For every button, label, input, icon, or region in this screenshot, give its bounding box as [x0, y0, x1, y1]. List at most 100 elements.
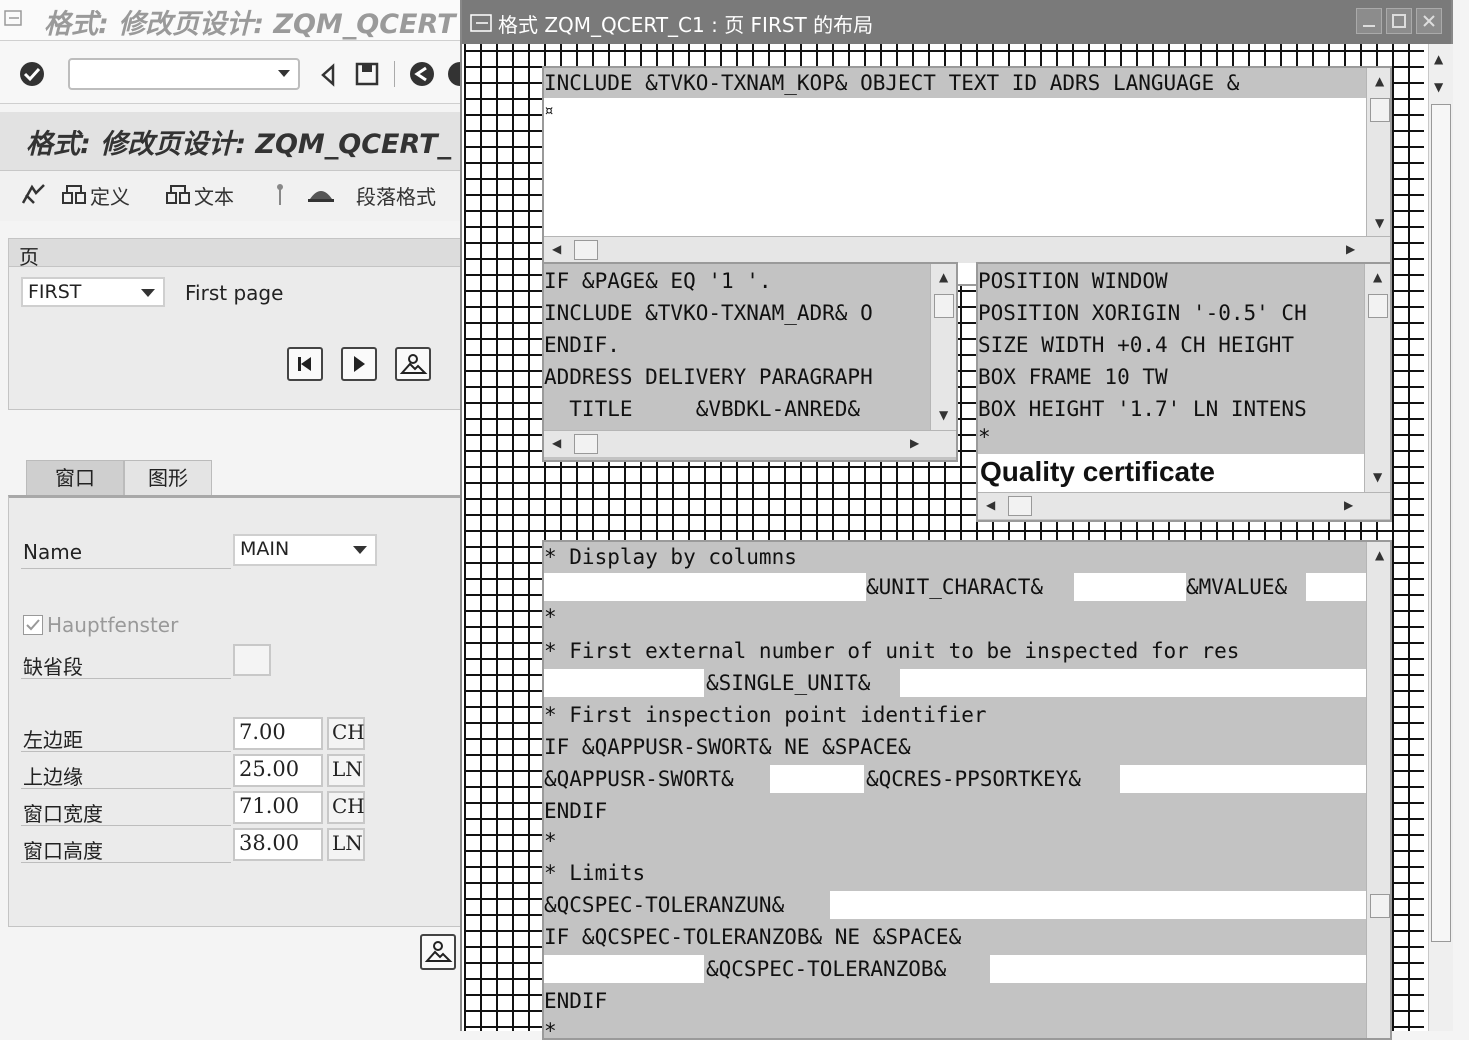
- scroll-down-icon[interactable]: ▼: [939, 408, 948, 422]
- minimize-button[interactable]: [1356, 8, 1382, 34]
- next-page-button[interactable]: [341, 347, 377, 381]
- window-icon: [4, 10, 22, 26]
- scroll-thumb[interactable]: [574, 434, 598, 454]
- window-name-dropdown[interactable]: MAIN: [233, 534, 377, 566]
- chevron-down-icon[interactable]: [141, 289, 155, 297]
- scroll-thumb[interactable]: [574, 240, 598, 260]
- main-window-checkbox[interactable]: [23, 615, 43, 635]
- back-navigation-icon[interactable]: [408, 60, 436, 88]
- definition-button[interactable]: 定义: [90, 181, 130, 210]
- maximize-icon: [1392, 14, 1406, 28]
- scroll-thumb[interactable]: [1431, 104, 1451, 942]
- pin-icon[interactable]: [272, 181, 288, 209]
- code-line: ¤: [544, 101, 554, 120]
- layout-grid-canvas: INCLUDE &TVKO-TXNAM_KOP& OBJECT TEXT ID …: [464, 44, 1424, 1040]
- code-line: &QAPPUSR-SWORT&: [544, 767, 734, 791]
- back-icon[interactable]: [318, 63, 338, 87]
- window-height-unit[interactable]: LN: [327, 828, 365, 861]
- paragraph-format-button[interactable]: 段落格式: [356, 181, 436, 210]
- code-line: * Limits: [544, 861, 646, 885]
- picture-icon: [399, 354, 428, 374]
- horizontal-scrollbar[interactable]: ◀ ▶: [544, 430, 956, 457]
- window-pane-heading[interactable]: POSITION WINDOW POSITION XORIGIN '-0.5' …: [976, 262, 1392, 522]
- scroll-right-icon[interactable]: ▶: [1346, 242, 1355, 256]
- code-line: *: [544, 605, 557, 629]
- horizontal-scrollbar[interactable]: ◀ ▶: [544, 236, 1390, 263]
- vertical-scrollbar[interactable]: ▲: [1366, 542, 1390, 1038]
- scroll-down-icon[interactable]: ▼: [1434, 80, 1443, 94]
- code-line: IF &QAPPUSR-SWORT& NE &SPACE&: [544, 735, 911, 759]
- code-line: BOX FRAME 10 TW: [978, 365, 1168, 389]
- maximize-button[interactable]: [1386, 8, 1412, 34]
- blank-field: [770, 765, 864, 793]
- code-line: INCLUDE &TVKO-TXNAM_KOP& OBJECT TEXT ID …: [544, 71, 1240, 95]
- horizontal-scrollbar[interactable]: ◀ ▶: [978, 492, 1390, 519]
- chevron-down-icon[interactable]: [278, 70, 290, 77]
- dialog-vertical-scrollbar[interactable]: ▲ ▼: [1428, 44, 1453, 1031]
- blank-field: [544, 955, 704, 983]
- tab-graphic[interactable]: 图形: [124, 460, 212, 495]
- window-pane-header[interactable]: INCLUDE &TVKO-TXNAM_KOP& OBJECT TEXT ID …: [542, 66, 1392, 286]
- window-pane-address[interactable]: IF &PAGE& EQ '1 '. INCLUDE &TVKO-TXNAM_A…: [542, 262, 958, 462]
- scroll-down-icon[interactable]: ▼: [1375, 216, 1384, 230]
- default-paragraph-field[interactable]: [233, 644, 271, 676]
- definition-icon[interactable]: [60, 181, 88, 207]
- graphic-button[interactable]: [395, 347, 431, 381]
- scroll-thumb[interactable]: [1370, 98, 1390, 122]
- play-icon: [354, 356, 365, 372]
- scroll-thumb[interactable]: [1008, 496, 1032, 516]
- left-margin-unit[interactable]: CH: [327, 717, 365, 750]
- scroll-up-icon[interactable]: ▲: [1434, 52, 1443, 66]
- command-field[interactable]: [68, 58, 300, 90]
- text-button[interactable]: 文本: [194, 181, 234, 210]
- vertical-scrollbar[interactable]: ▲ ▼: [930, 264, 956, 430]
- tab-window[interactable]: 窗口: [26, 460, 124, 495]
- close-button[interactable]: [1416, 8, 1442, 34]
- scroll-left-icon[interactable]: ◀: [552, 242, 561, 256]
- code-line: * First inspection point identifier: [544, 703, 987, 727]
- window-pane-main[interactable]: * Display by columns &UNIT_CHARACT& &MVA…: [542, 540, 1392, 1040]
- blank-field: [1120, 765, 1366, 793]
- code-line: &QCSPEC-TOLERANZUN&: [544, 893, 785, 917]
- other-page-icon[interactable]: [20, 181, 48, 209]
- scroll-left-icon[interactable]: ◀: [986, 498, 995, 512]
- code-line: IF &QCSPEC-TOLERANZOB& NE &SPACE&: [544, 925, 962, 949]
- graphic-preview-button[interactable]: [420, 934, 456, 970]
- scroll-up-icon[interactable]: ▲: [1375, 548, 1384, 562]
- scroll-thumb[interactable]: [1370, 894, 1390, 918]
- close-icon: [1423, 15, 1435, 27]
- code-line: ADDRESS DELIVERY PARAGRAPH: [544, 365, 873, 389]
- window-width-unit[interactable]: CH: [327, 791, 365, 824]
- page-dropdown[interactable]: FIRST: [21, 277, 165, 307]
- layout-dialog: 格式 ZQM_QCERT_C1 : 页 FIRST 的布局 INCLUDE &T…: [460, 0, 1453, 1040]
- scroll-right-icon[interactable]: ▶: [910, 436, 919, 450]
- text-icon[interactable]: [164, 181, 192, 207]
- upper-margin-input[interactable]: 25.00: [233, 754, 323, 787]
- code-line: &UNIT_CHARACT&: [866, 575, 1044, 599]
- page-description: First page: [185, 281, 284, 305]
- first-page-button[interactable]: [287, 347, 323, 381]
- window-height-input[interactable]: 38.00: [233, 828, 323, 861]
- code-line: INCLUDE &TVKO-TXNAM_ADR& O: [544, 301, 873, 325]
- enter-checkmark-icon[interactable]: [18, 60, 46, 88]
- scroll-right-icon[interactable]: ▶: [1344, 498, 1353, 512]
- scroll-down-icon[interactable]: ▼: [1373, 470, 1382, 484]
- dialog-title: 格式 ZQM_QCERT_C1 : 页 FIRST 的布局: [498, 13, 874, 37]
- exit-icon[interactable]: [446, 60, 460, 88]
- vertical-scrollbar[interactable]: ▲ ▼: [1364, 264, 1390, 492]
- code-line: ENDIF.: [544, 333, 620, 357]
- chevron-down-icon[interactable]: [353, 546, 367, 554]
- scroll-thumb[interactable]: [934, 294, 954, 318]
- window-width-input[interactable]: 71.00: [233, 791, 323, 824]
- scroll-up-icon[interactable]: ▲: [939, 270, 948, 284]
- paragraph-format-icon[interactable]: [306, 181, 336, 205]
- scroll-up-icon[interactable]: ▲: [1373, 270, 1382, 284]
- scroll-up-icon[interactable]: ▲: [1375, 74, 1384, 88]
- application-toolbar: 定义 文本 段落格式: [0, 171, 470, 221]
- left-margin-input[interactable]: 7.00: [233, 717, 323, 750]
- upper-margin-unit[interactable]: LN: [327, 754, 365, 787]
- scroll-left-icon[interactable]: ◀: [552, 436, 561, 450]
- vertical-scrollbar[interactable]: ▲ ▼: [1366, 68, 1390, 238]
- scroll-thumb[interactable]: [1368, 294, 1388, 318]
- save-icon[interactable]: [354, 61, 380, 87]
